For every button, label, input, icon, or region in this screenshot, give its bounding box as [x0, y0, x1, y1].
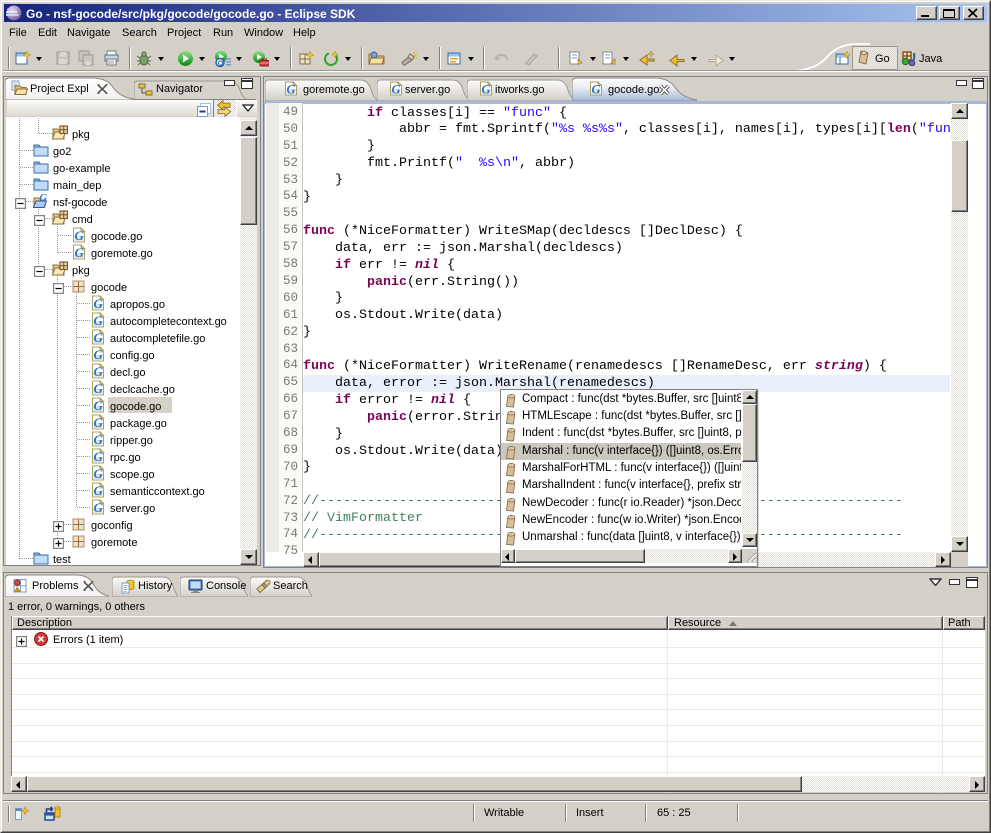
- svg-text:G: G: [592, 83, 601, 97]
- svg-text:G: G: [94, 466, 104, 481]
- svg-text:G: G: [94, 364, 104, 379]
- svg-text:G: G: [392, 83, 401, 97]
- svg-text:G: G: [75, 228, 85, 243]
- svg-text:G: G: [40, 193, 48, 204]
- svg-text:G: G: [75, 245, 85, 260]
- svg-text:G: G: [94, 296, 104, 311]
- svg-text:G: G: [94, 381, 104, 396]
- svg-text:G: G: [287, 83, 296, 97]
- svg-text:G: G: [94, 449, 104, 464]
- svg-text:Q: Q: [218, 60, 224, 67]
- svg-text:G: G: [94, 483, 104, 498]
- svg-text:G: G: [94, 347, 104, 362]
- svg-text:G: G: [94, 500, 104, 515]
- svg-text:G: G: [94, 330, 104, 345]
- svg-text:G: G: [94, 432, 104, 447]
- svg-text:G: G: [482, 83, 491, 97]
- svg-text:G: G: [94, 398, 104, 413]
- svg-text:G: G: [94, 313, 104, 328]
- svg-text:G: G: [94, 415, 104, 430]
